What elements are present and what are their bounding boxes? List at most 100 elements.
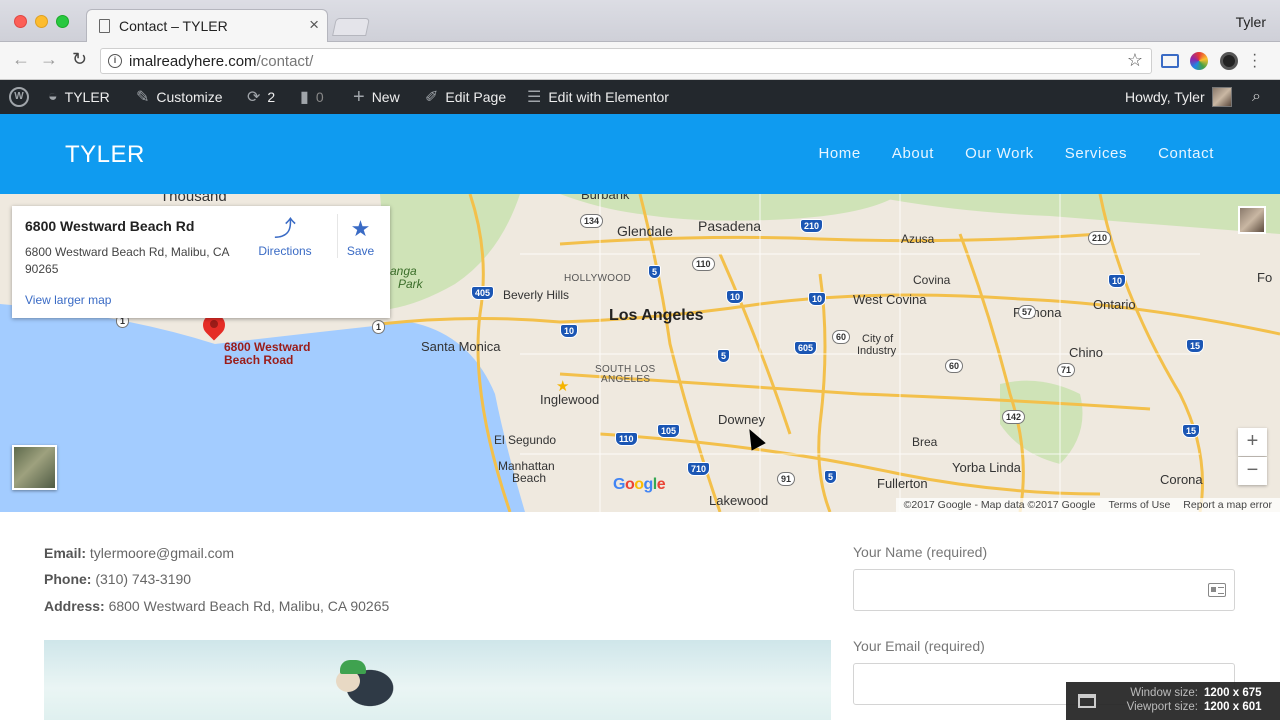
comment-bubble-icon: ▮ (300, 89, 309, 106)
map-label-fullerton: Fullerton (877, 476, 928, 491)
shield-210: 210 (800, 219, 824, 233)
url-bar[interactable]: i imalreadyhere.com/contact/ ☆ (100, 48, 1152, 74)
shield-60-a: 60 (832, 330, 851, 344)
map-label-fontana: Fo (1257, 270, 1273, 285)
profile-name[interactable]: Tyler (1236, 14, 1266, 30)
email-label: Email: (44, 545, 87, 561)
nav-home[interactable]: Home (818, 145, 860, 162)
nav-about[interactable]: About (892, 145, 934, 162)
name-field[interactable] (853, 569, 1235, 611)
plus-icon: + (353, 85, 365, 108)
wp-edit-page[interactable]: ✐ Edit Page (425, 80, 506, 114)
hills-area (380, 194, 520, 309)
dark-extension-icon[interactable] (1220, 52, 1238, 70)
bookmark-star-icon[interactable]: ☆ (1127, 50, 1143, 71)
wp-customize[interactable]: ✎ Customize (136, 80, 223, 114)
wp-comments[interactable]: ▮ 0 (300, 80, 324, 114)
map-label-west-covina: West Covina (853, 292, 927, 307)
wp-new[interactable]: + New (353, 80, 400, 114)
map-label-ontario: Ontario (1093, 297, 1136, 312)
directions-button[interactable]: ⤴ Directions (252, 214, 318, 258)
wp-comments-count: 0 (315, 89, 324, 105)
map-label-lakewood: Lakewood (709, 493, 769, 508)
view-larger-map-link[interactable]: View larger map (25, 293, 111, 307)
map-label-covina: Covina (913, 273, 951, 287)
document-icon (99, 19, 110, 33)
screen-capture-extension-icon[interactable] (1161, 54, 1179, 68)
zoom-window-button[interactable] (56, 15, 69, 28)
google-logo-o1: o (624, 476, 635, 493)
site-title[interactable]: TYLER (65, 141, 145, 169)
menu-kebab-icon[interactable]: · · · (1252, 47, 1257, 75)
wp-site-menu[interactable]: ◒ TYLER (48, 80, 110, 114)
star-icon: ★ (350, 216, 371, 241)
contact-phone: Phone: (310) 743-3190 (44, 571, 191, 587)
wp-edit-page-label: Edit Page (445, 89, 507, 105)
shield-10-c: 10 (1108, 274, 1127, 288)
shield-710: 710 (687, 462, 711, 476)
map-label-beverly-hills: Beverly Hills (503, 288, 570, 302)
nav-services[interactable]: Services (1065, 145, 1127, 162)
minimize-window-button[interactable] (35, 15, 48, 28)
shield-57: 57 (1018, 305, 1037, 319)
wp-updates[interactable]: ⟳ 2 (247, 80, 275, 114)
zoom-in-button[interactable]: + (1238, 428, 1267, 456)
map-user-avatar[interactable] (1238, 206, 1266, 234)
map-label-downey: Downey (718, 412, 765, 427)
window-size-row: Window size: 1200 x 675 (1100, 687, 1270, 699)
back-arrow-icon[interactable]: ← (12, 49, 30, 70)
contact-email: Email: tylermoore@gmail.com (44, 545, 234, 561)
photo-cap (340, 660, 366, 674)
window-size-overlay: Window size: 1200 x 675 Viewport size: 120… (1066, 682, 1280, 720)
close-tab-icon[interactable]: × (309, 15, 319, 35)
color-picker-extension-icon[interactable] (1190, 52, 1208, 70)
nav-contact[interactable]: Contact (1158, 145, 1214, 162)
map-label-park: anga (390, 264, 417, 278)
nav-our-work[interactable]: Our Work (965, 145, 1034, 162)
shield-110-b: 110 (615, 432, 638, 446)
shield-10-b: 10 (808, 292, 827, 306)
shield-405: 405 (471, 286, 495, 300)
shield-15: 15 (1186, 339, 1205, 353)
address-toolbar: ← → ↻ i imalreadyhere.com/contact/ ☆ · · · (0, 42, 1280, 80)
google-map[interactable]: Thousand Burbank Glendale Pasadena Azusa… (0, 194, 1280, 512)
wp-account-menu[interactable]: Howdy, Tyler (1125, 80, 1232, 114)
new-tab-button[interactable] (332, 18, 370, 36)
email-field-label: Your Email (required) (853, 638, 985, 654)
email-value[interactable]: tylermoore@gmail.com (90, 545, 234, 561)
browser-tab-contact[interactable]: Contact – TYLER × (86, 9, 328, 42)
google-logo-e: e (656, 476, 666, 493)
browser-tab-bar: Contact – TYLER × Tyler (0, 0, 1280, 42)
report-map-error-link[interactable]: Report a map error (1183, 499, 1272, 511)
save-place-button[interactable]: ★ Save (337, 214, 383, 258)
wp-new-label: New (371, 89, 400, 105)
wp-site-name: TYLER (64, 89, 110, 105)
url-text[interactable]: imalreadyhere.com/contact/ (129, 53, 313, 70)
wp-logo-menu[interactable]: W (9, 80, 29, 114)
google-logo-g: G (613, 476, 625, 493)
satellite-toggle[interactable] (12, 445, 57, 490)
google-logo: Google (613, 476, 666, 494)
close-window-button[interactable] (14, 15, 27, 28)
pin-label-line1: 6800 Westward (224, 340, 311, 354)
map-label-yorba-linda: Yorba Linda (952, 460, 1021, 475)
info-icon[interactable]: i (108, 54, 122, 68)
wp-search[interactable]: ⌕ (1252, 80, 1261, 114)
avatar (1211, 87, 1232, 107)
site-header: TYLER Home About Our Work Services Conta… (0, 114, 1280, 194)
phone-value: (310) 743-3190 (95, 571, 192, 587)
wp-customize-label: Customize (156, 89, 223, 105)
terms-of-use-link[interactable]: Terms of Use (1108, 499, 1170, 511)
wp-edit-elementor[interactable]: ☰ Edit with Elementor (527, 80, 669, 114)
viewport-size-value: 1200 x 601 (1204, 701, 1262, 713)
url-host: imalreadyhere.com (129, 53, 257, 70)
shield-60-b: 60 (945, 359, 964, 373)
brush-icon: ✎ (136, 89, 150, 106)
wp-updates-count: 2 (267, 89, 276, 105)
map-pin-center (210, 320, 218, 328)
reload-icon[interactable]: ↻ (72, 49, 87, 70)
zoom-out-button[interactable]: − (1238, 457, 1267, 485)
forward-arrow-icon[interactable]: → (40, 49, 58, 70)
map-label-glendale: Glendale (617, 223, 674, 239)
map-label-south-la-2: ANGELES (601, 374, 651, 385)
